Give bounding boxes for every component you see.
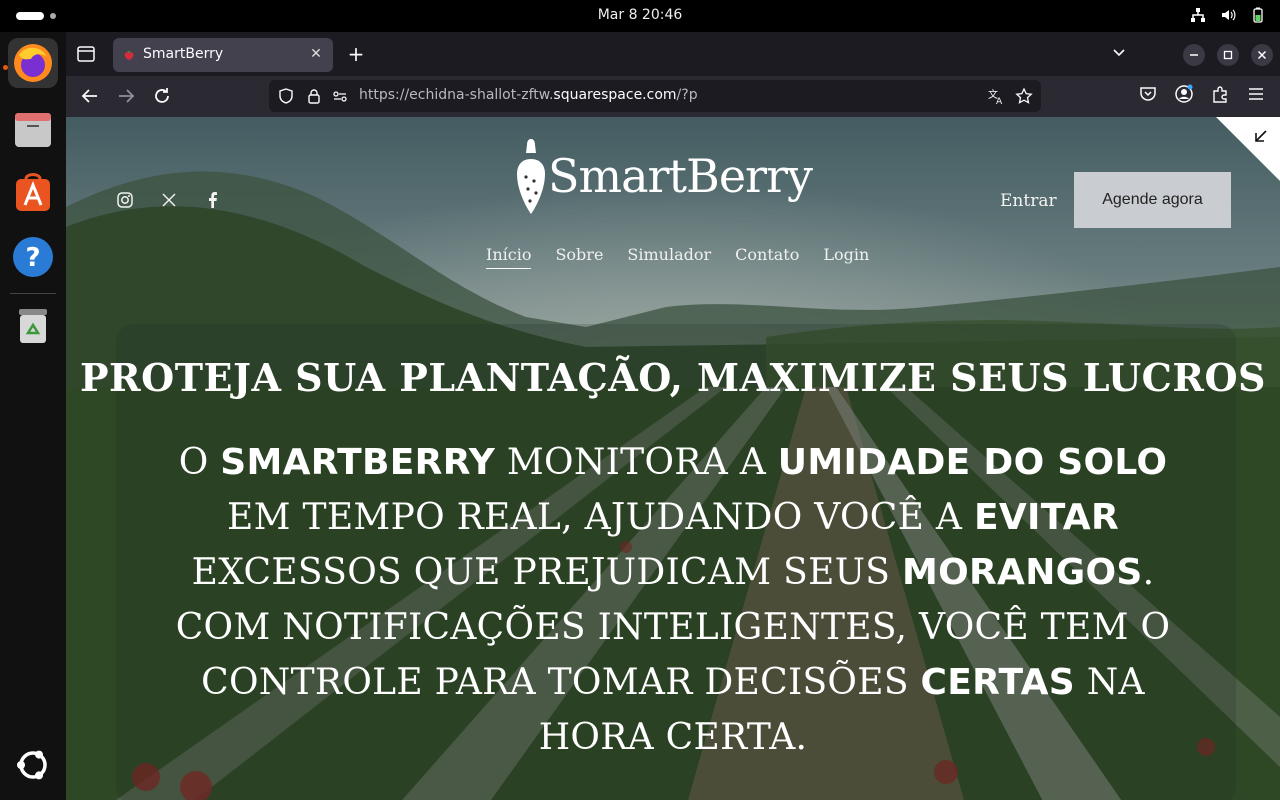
- list-all-tabs-chevron-icon[interactable]: [1109, 44, 1129, 64]
- lock-icon[interactable]: [305, 87, 323, 105]
- url-bar[interactable]: https://echidna-shallot-zftw.squarespace…: [269, 80, 1041, 112]
- site-permissions-icon[interactable]: [331, 87, 349, 105]
- x-twitter-link[interactable]: [160, 191, 178, 209]
- desc-part: O: [178, 442, 221, 483]
- svg-text:A: A: [996, 97, 1003, 105]
- tab-close-icon[interactable]: ✕: [307, 45, 325, 63]
- folder-icon: [15, 113, 51, 147]
- collapse-arrow-icon: [1216, 117, 1280, 181]
- forward-arrow-icon: [119, 89, 135, 103]
- url-domain: squarespace.com: [553, 87, 677, 103]
- hamburger-menu-icon: [1249, 88, 1263, 100]
- dock-separator: [10, 293, 56, 294]
- files-launcher[interactable]: [8, 104, 58, 154]
- web-page: SmartBerry Entrar Agende agora Início So…: [66, 117, 1280, 800]
- reload-button[interactable]: [150, 84, 174, 108]
- network-icon[interactable]: [1190, 7, 1206, 23]
- desc-emphasis: UMIDADE DO SOLO: [777, 442, 1168, 483]
- desc-emphasis: MORANGOS: [902, 552, 1143, 593]
- hero-headline: PROTEJA SUA PLANTAÇÃO, MAXIMIZE SEUS LUC…: [79, 355, 1266, 400]
- close-icon: [1257, 50, 1267, 60]
- trash-launcher[interactable]: [8, 300, 58, 350]
- url-suffix: /?p: [676, 87, 698, 103]
- nav-sobre[interactable]: Sobre: [555, 245, 603, 269]
- instagram-link[interactable]: [116, 191, 134, 209]
- main-navigation: Início Sobre Simulador Contato Login: [486, 245, 869, 269]
- firefox-icon: [14, 44, 52, 82]
- pocket-button[interactable]: [1136, 84, 1160, 108]
- dock: ?: [0, 32, 66, 800]
- site-logo[interactable]: SmartBerry: [514, 127, 834, 217]
- login-link[interactable]: Entrar: [1000, 191, 1057, 211]
- forward-button[interactable]: [114, 84, 138, 108]
- tab-smartberry[interactable]: SmartBerry ✕: [113, 38, 333, 72]
- account-icon: [1175, 84, 1193, 103]
- battery-icon[interactable]: [1250, 7, 1266, 23]
- new-tab-button[interactable]: +: [344, 42, 368, 66]
- tab-title: SmartBerry: [143, 46, 224, 62]
- minimize-icon: [1190, 54, 1198, 56]
- url-text[interactable]: https://echidna-shallot-zftw.squarespace…: [359, 87, 698, 103]
- translate-icon[interactable]: 文A: [987, 87, 1005, 107]
- nav-inicio[interactable]: Início: [486, 245, 532, 269]
- strawberry-favicon-icon: [124, 51, 134, 60]
- svg-text:?: ?: [25, 243, 40, 273]
- extensions-button[interactable]: [1208, 84, 1232, 108]
- tab-list-icon: [77, 46, 95, 62]
- navigation-toolbar: https://echidna-shallot-zftw.squarespace…: [66, 76, 1280, 116]
- book-now-button[interactable]: Agende agora: [1074, 172, 1231, 228]
- desc-emphasis: CERTAS: [920, 662, 1075, 703]
- ubuntu-logo-icon: [17, 750, 47, 780]
- logo-text: SmartBerry: [548, 149, 813, 203]
- desc-part: EXCESSOS QUE PREJUDICAM SEUS: [191, 552, 902, 593]
- x-twitter-icon: [162, 193, 176, 207]
- trash-icon: [19, 309, 47, 343]
- url-prefix: https://echidna-shallot-zftw.: [359, 87, 554, 103]
- collapse-corner-button[interactable]: [1216, 117, 1280, 181]
- system-clock[interactable]: Mar 8 20:46: [0, 7, 1280, 23]
- instagram-icon: [117, 192, 133, 208]
- close-window-button[interactable]: [1251, 44, 1273, 66]
- puzzle-icon: [1213, 86, 1227, 103]
- app-center-launcher[interactable]: [8, 168, 58, 218]
- browser-window: SmartBerry ✕ + https://echidna-shallot-z…: [66, 32, 1280, 800]
- facebook-link[interactable]: [204, 191, 222, 209]
- hero-description: O SMARTBERRY MONITORA A UMIDADE DO SOLO …: [143, 435, 1203, 765]
- menu-button[interactable]: [1244, 84, 1268, 108]
- help-launcher[interactable]: ?: [8, 232, 58, 282]
- volume-icon[interactable]: [1220, 7, 1236, 23]
- nav-contato[interactable]: Contato: [735, 245, 799, 269]
- system-tray[interactable]: [1190, 7, 1266, 23]
- pocket-icon: [1140, 87, 1156, 101]
- back-button[interactable]: [78, 84, 102, 108]
- desc-emphasis: EVITAR: [973, 497, 1119, 538]
- firefox-launcher[interactable]: [8, 38, 58, 88]
- tab-overview-button[interactable]: [74, 42, 98, 66]
- nav-login[interactable]: Login: [823, 245, 869, 269]
- account-button[interactable]: [1172, 84, 1196, 108]
- desc-part: EM TEMPO REAL, AJUDANDO VOCÊ A: [227, 497, 974, 538]
- desc-part: MONITORA A: [495, 442, 778, 483]
- show-apps-button[interactable]: [8, 740, 58, 790]
- tab-strip: SmartBerry ✕ +: [66, 32, 1280, 76]
- shield-icon[interactable]: [277, 87, 295, 105]
- strawberry-logo-icon: [517, 139, 545, 214]
- maximize-button[interactable]: [1217, 44, 1239, 66]
- facebook-icon: [209, 192, 217, 208]
- nav-simulador[interactable]: Simulador: [627, 245, 711, 269]
- back-arrow-icon: [81, 89, 97, 103]
- desc-emphasis: SMARTBERRY: [220, 442, 496, 483]
- minimize-button[interactable]: [1183, 44, 1205, 66]
- reload-icon: [155, 88, 169, 103]
- app-center-icon: [16, 173, 50, 211]
- bookmark-star-icon[interactable]: [1015, 87, 1033, 105]
- help-icon: ?: [13, 237, 53, 277]
- maximize-icon: [1223, 50, 1233, 60]
- system-top-bar: Mar 8 20:46: [0, 0, 1280, 32]
